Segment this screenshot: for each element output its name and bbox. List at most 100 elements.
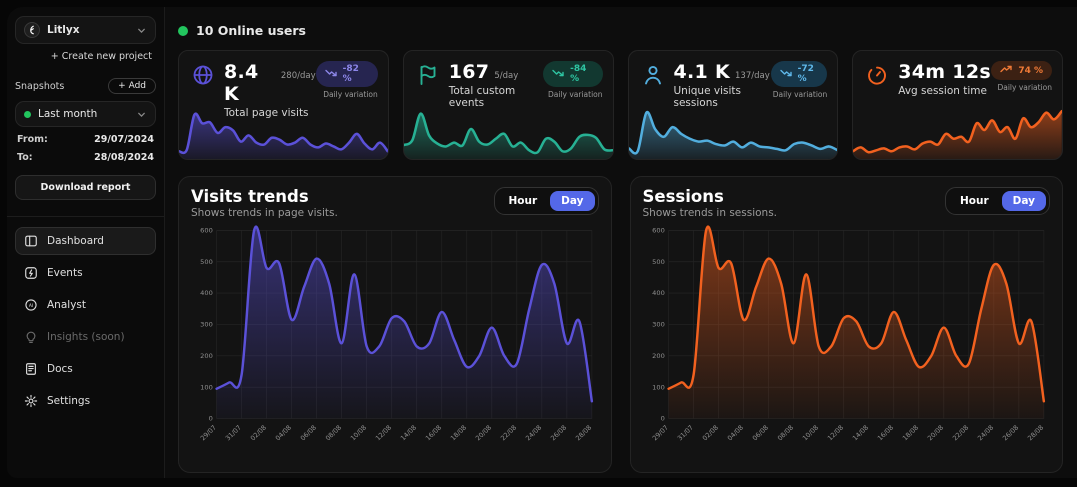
- main-content: 10 Online users 8.4 K280/dayTotal page v…: [165, 7, 1077, 478]
- stat-value: 167: [449, 61, 490, 83]
- trend-down-icon: [325, 68, 338, 81]
- from-label: From:: [17, 134, 48, 145]
- svg-text:AI: AI: [29, 303, 33, 309]
- stat-card-unique-visits-sessions: 4.1 K137/dayUnique visits sessions-72 %D…: [628, 50, 839, 160]
- svg-text:12/08: 12/08: [825, 424, 844, 443]
- events-icon: [24, 266, 38, 280]
- stat-per-day: 280/day: [281, 71, 316, 81]
- svg-text:24/08: 24/08: [976, 424, 995, 443]
- svg-text:20/08: 20/08: [926, 424, 945, 443]
- online-users-label: 10 Online users: [196, 23, 306, 38]
- svg-text:22/08: 22/08: [951, 424, 970, 443]
- badge-value: -84 %: [570, 64, 593, 84]
- trend-up-icon: [1000, 64, 1013, 77]
- sidebar-item-docs[interactable]: Docs: [15, 355, 156, 383]
- project-selector[interactable]: Litlyx: [15, 16, 156, 44]
- svg-text:18/08: 18/08: [449, 424, 468, 443]
- trend-down-icon: [552, 68, 565, 81]
- snapshot-selector[interactable]: Last month: [15, 101, 156, 127]
- from-value: 29/07/2024: [94, 134, 154, 145]
- sidebar-item-events[interactable]: Events: [15, 259, 156, 287]
- svg-text:500: 500: [200, 258, 213, 266]
- chart-title: Visits trends: [191, 187, 338, 206]
- svg-text:300: 300: [200, 321, 213, 329]
- sidebar-item-analyst[interactable]: AIAnalyst: [15, 291, 156, 319]
- sidebar-item-label: Settings: [47, 395, 90, 407]
- svg-text:18/08: 18/08: [900, 424, 919, 443]
- svg-text:0: 0: [209, 415, 213, 423]
- toggle-day-button[interactable]: Day: [550, 191, 594, 211]
- toggle-day-button[interactable]: Day: [1002, 191, 1046, 211]
- badge-caption: Daily variation: [997, 83, 1052, 92]
- svg-text:08/08: 08/08: [324, 424, 343, 443]
- svg-text:26/08: 26/08: [549, 424, 568, 443]
- sidebar-nav: Dashboard Events AIAnalyst Insights (soon) D…: [15, 227, 156, 419]
- sparkline-chart: [179, 103, 388, 159]
- sidebar-item-label: Insights (soon): [47, 331, 125, 343]
- stat-label: Avg session time: [898, 85, 991, 97]
- snapshot-value: Last month: [38, 108, 129, 120]
- add-snapshot-button[interactable]: + Add: [108, 78, 156, 94]
- svg-text:04/08: 04/08: [274, 424, 293, 443]
- docs-icon: [24, 362, 38, 376]
- chart-subtitle: Shows trends in page visits.: [191, 207, 338, 219]
- sidebar-item-label: Events: [47, 267, 83, 279]
- svg-text:29/07: 29/07: [650, 424, 669, 443]
- sessions-card: SessionsShows trends in sessions. HourDay…: [630, 176, 1064, 473]
- daily-variation-badge: -72 %: [771, 61, 828, 87]
- svg-text:04/08: 04/08: [725, 424, 744, 443]
- interval-toggle: HourDay: [945, 187, 1050, 215]
- svg-text:31/07: 31/07: [675, 424, 694, 443]
- badge-caption: Daily variation: [323, 90, 378, 99]
- svg-text:08/08: 08/08: [775, 424, 794, 443]
- charts-row: Visits trendsShows trends in page visits…: [178, 176, 1063, 473]
- dashboard-icon: [24, 234, 38, 248]
- stat-cards-row: 8.4 K280/dayTotal page visits-82 %Daily …: [178, 50, 1063, 160]
- sidebar-item-insights-soon[interactable]: Insights (soon): [15, 323, 156, 351]
- stat-value: 4.1 K: [674, 61, 731, 83]
- insights-icon: [24, 330, 38, 344]
- settings-icon: [24, 394, 38, 408]
- to-value: 28/08/2024: [94, 152, 154, 163]
- chart-title: Sessions: [643, 187, 778, 206]
- litlyx-logo-icon: [24, 22, 40, 38]
- svg-text:24/08: 24/08: [524, 424, 543, 443]
- flag-icon: [416, 63, 440, 87]
- app-window: Litlyx + Create new project Snapshots + …: [7, 7, 1077, 478]
- sparkline-chart: [404, 103, 613, 159]
- toggle-hour-button[interactable]: Hour: [498, 191, 549, 211]
- sidebar-item-dashboard[interactable]: Dashboard: [15, 227, 156, 255]
- svg-text:100: 100: [652, 383, 665, 391]
- daily-variation-badge: 74 %: [991, 61, 1052, 80]
- chart-subtitle: Shows trends in sessions.: [643, 207, 778, 219]
- svg-text:31/07: 31/07: [224, 424, 243, 443]
- svg-text:200: 200: [652, 352, 665, 360]
- daily-variation-badge: -82 %: [316, 61, 378, 87]
- stat-value: 8.4 K: [224, 61, 276, 105]
- trend-down-icon: [780, 68, 793, 81]
- sessions-chart: 010020030040050060029/0731/0702/0804/080…: [643, 223, 1051, 461]
- sidebar-item-settings[interactable]: Settings: [15, 387, 156, 415]
- sidebar-divider: [7, 216, 164, 217]
- badge-value: -82 %: [343, 64, 369, 84]
- svg-text:300: 300: [652, 321, 665, 329]
- svg-text:16/08: 16/08: [875, 424, 894, 443]
- stat-card-total-page-visits: 8.4 K280/dayTotal page visits-82 %Daily …: [178, 50, 389, 160]
- snapshot-status-dot: [24, 111, 31, 118]
- stat-value: 34m 12s: [898, 61, 991, 83]
- svg-text:06/08: 06/08: [750, 424, 769, 443]
- to-label: To:: [17, 152, 33, 163]
- svg-text:02/08: 02/08: [700, 424, 719, 443]
- svg-text:14/08: 14/08: [850, 424, 869, 443]
- visits-trends-chart: 010020030040050060029/0731/0702/0804/080…: [191, 223, 599, 461]
- analyst-icon: AI: [24, 298, 38, 312]
- create-new-project-link[interactable]: + Create new project: [15, 44, 156, 64]
- toggle-hour-button[interactable]: Hour: [949, 191, 1000, 211]
- svg-text:20/08: 20/08: [474, 424, 493, 443]
- stat-card-total-custom-events: 1675/dayTotal custom events-84 %Daily va…: [403, 50, 614, 160]
- svg-text:400: 400: [200, 289, 213, 297]
- download-report-button[interactable]: Download report: [15, 175, 156, 200]
- sparkline-chart: [629, 103, 838, 159]
- online-status-dot: [178, 26, 188, 36]
- svg-text:10/08: 10/08: [349, 424, 368, 443]
